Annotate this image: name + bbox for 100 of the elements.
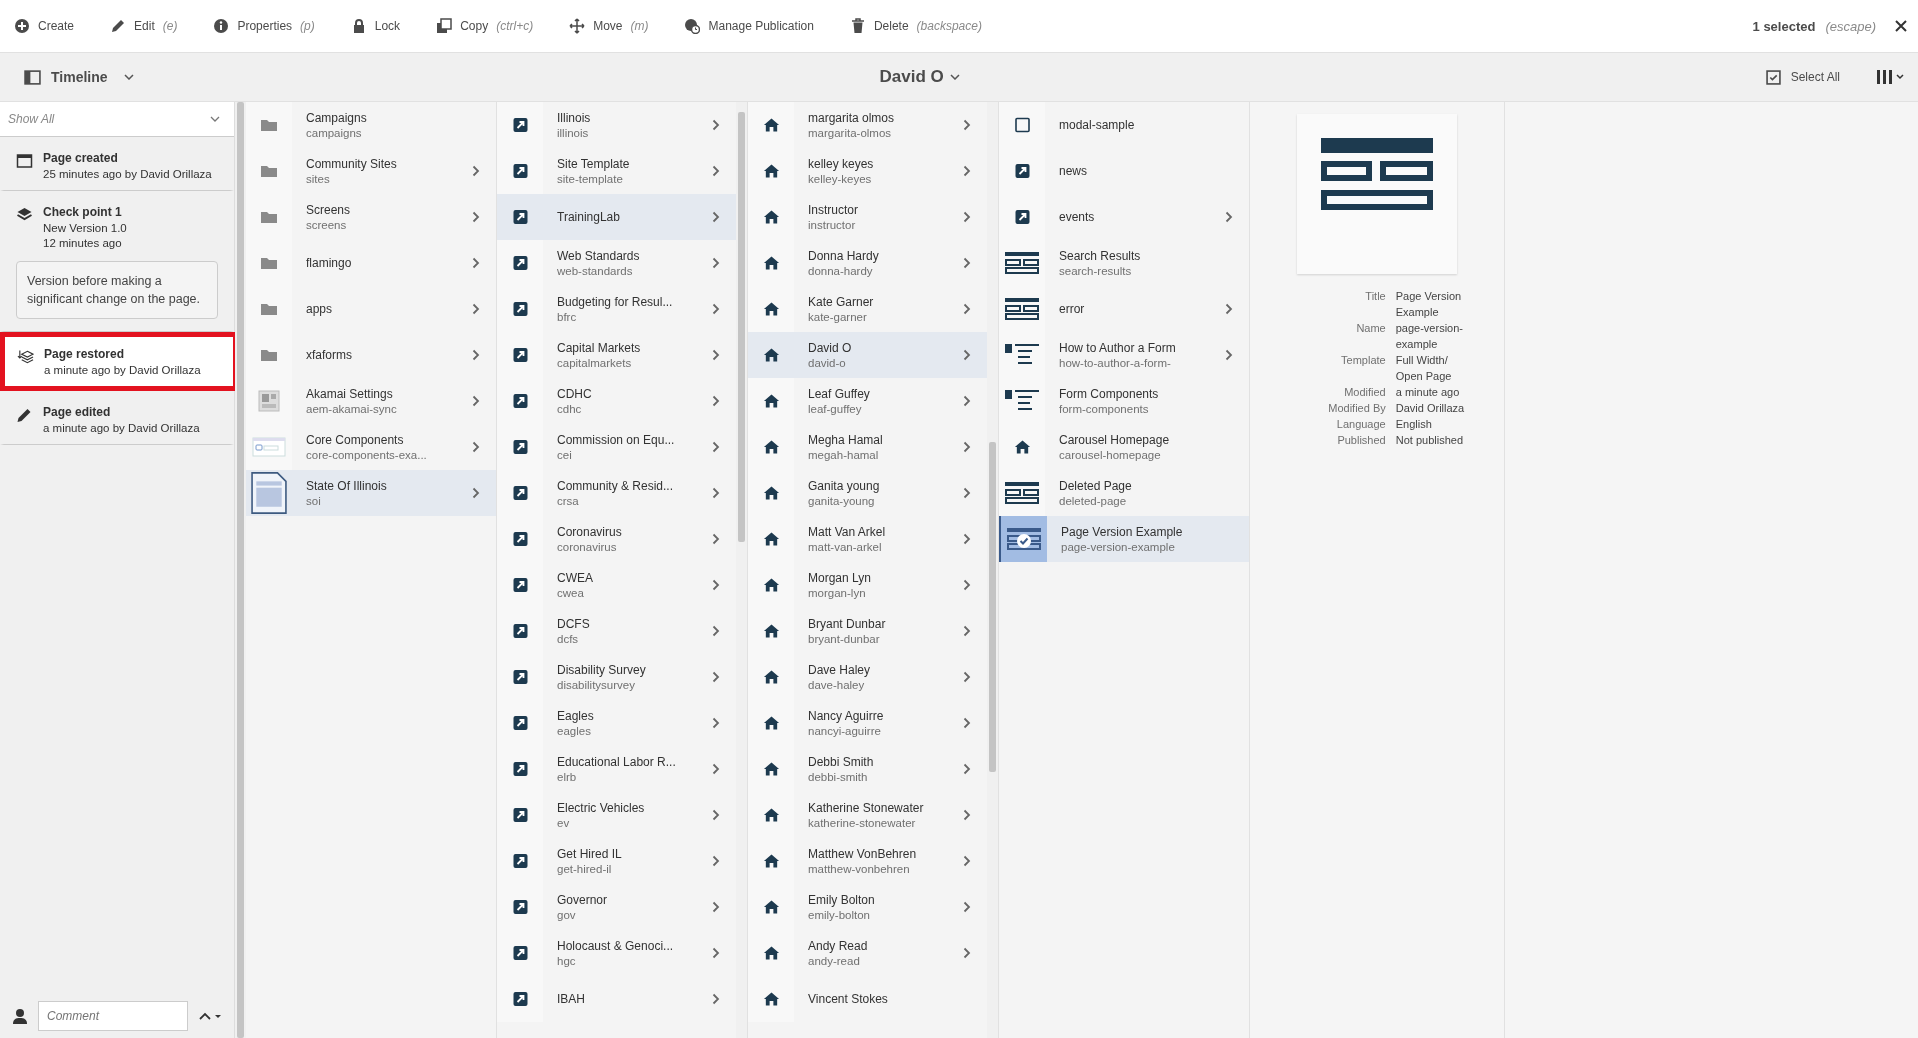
column-item[interactable]: Form Components form-components (999, 378, 1249, 424)
column-item[interactable]: Web Standards web-standards (497, 240, 736, 286)
column-item[interactable]: Eagles eagles (497, 700, 736, 746)
column-item[interactable]: Bryant Dunbar bryant-dunbar (748, 608, 987, 654)
select-all-button[interactable]: Select All (1759, 68, 1846, 86)
expand-icon[interactable] (198, 1010, 222, 1022)
column-item[interactable]: Instructor instructor (748, 194, 987, 240)
timeline-entry[interactable]: Page created 25 minutes ago by David Orillaza (0, 137, 234, 191)
item-name: elrb (557, 771, 578, 783)
item-title: State Of Illinois (306, 479, 388, 493)
column-item[interactable]: DCFS dcfs (497, 608, 736, 654)
column-item[interactable]: Search Results search-results (999, 240, 1249, 286)
column-item[interactable]: Electric Vehicles ev (497, 792, 736, 838)
filter-dropdown[interactable]: Show All (0, 102, 234, 137)
timeline-entry[interactable]: Page edited a minute ago by David Orillaza (0, 391, 234, 446)
checkbox-icon (1765, 69, 1781, 85)
column-item[interactable]: CWEA cwea (497, 562, 736, 608)
column-item[interactable]: Get Hired IL get-hired-il (497, 838, 736, 884)
column-item[interactable]: Page Version Example page-version-example (999, 516, 1249, 562)
scrollbar[interactable] (235, 102, 246, 1038)
column-item[interactable]: Nancy Aguirre nancyi-aguirre (748, 700, 987, 746)
column-item[interactable]: Debbi Smith debbi-smith (748, 746, 987, 792)
item-title: Matthew VonBehren (808, 847, 918, 861)
column-item[interactable]: apps (246, 286, 496, 332)
column-item[interactable]: Budgeting for Resul... bfrc (497, 286, 736, 332)
column-item[interactable]: error (999, 286, 1249, 332)
toolbar-button[interactable]: Delete (backspace) (849, 12, 994, 40)
rail-selector[interactable]: Timeline (18, 68, 140, 86)
item-title: Screens (306, 203, 352, 217)
close-icon[interactable] (1894, 19, 1908, 33)
page-title-dropdown[interactable]: David O (873, 66, 966, 88)
column-item[interactable]: xfaforms (246, 332, 496, 378)
column-item[interactable]: IBAH (497, 976, 736, 1022)
column-item[interactable]: Community Sites sites (246, 148, 496, 194)
toolbar-button[interactable]: Lock (350, 12, 413, 40)
scrollbar[interactable] (736, 102, 747, 1038)
item-name: megah-hamal (808, 449, 880, 461)
column-item[interactable]: flamingo (246, 240, 496, 286)
column-item[interactable]: modal-sample (999, 102, 1249, 148)
user-icon (12, 1008, 28, 1024)
column-item[interactable]: Site Template site-template (497, 148, 736, 194)
column-item[interactable]: Holocaust & Genoci... hgc (497, 930, 736, 976)
column-item[interactable]: events (999, 194, 1249, 240)
toolbar-button[interactable]: Create (14, 12, 87, 40)
column-item[interactable]: Commission on Equ... cei (497, 424, 736, 470)
column-item[interactable]: Disability Survey disabilitysurvey (497, 654, 736, 700)
column-item[interactable]: Megha Hamal megah-hamal (748, 424, 987, 470)
column-item[interactable]: Morgan Lyn morgan-lyn (748, 562, 987, 608)
column-item[interactable]: Katherine Stonewater katherine-stonewater (748, 792, 987, 838)
timeline-entry[interactable]: Check point 1 New Version 1.0 12 minutes ago Version before making a significant change on the page. (0, 191, 234, 333)
column-item[interactable]: Community & Resid... crsa (497, 470, 736, 516)
column-item[interactable]: Capital Markets capitalmarkets (497, 332, 736, 378)
toolbar-button[interactable]: Properties (p) (213, 12, 327, 40)
home-icon (1013, 439, 1031, 455)
column-item[interactable]: Andy Read andy-read (748, 930, 987, 976)
column-item[interactable]: Dave Haley dave-haley (748, 654, 987, 700)
column-item[interactable]: news (999, 148, 1249, 194)
column-item[interactable]: Campaigns campaigns (246, 102, 496, 148)
toolbar-button[interactable]: Edit (e) (110, 12, 190, 40)
column-item[interactable]: Matt Van Arkel matt-van-arkel (748, 516, 987, 562)
column-view-icon[interactable] (1876, 69, 1906, 85)
column-item[interactable]: Emily Bolton emily-bolton (748, 884, 987, 930)
column-item[interactable]: Kate Garner kate-garner (748, 286, 987, 332)
item-name: dcfs (557, 633, 580, 645)
column-item[interactable]: margarita olmos margarita-olmos (748, 102, 987, 148)
column-item[interactable]: Vincent Stokes (748, 976, 987, 1022)
move-icon (569, 18, 586, 34)
item-title: Debbi Smith (808, 755, 875, 769)
scrollbar[interactable] (987, 102, 998, 1038)
column-item[interactable]: State Of Illinois soi (246, 470, 496, 516)
item-title: Illinois (557, 111, 592, 125)
folder-icon (260, 118, 278, 132)
column-item[interactable]: David O david-o (748, 332, 987, 378)
link-icon (511, 163, 529, 179)
column-item[interactable]: kelley keyes kelley-keyes (748, 148, 987, 194)
column-item[interactable]: Screens screens (246, 194, 496, 240)
home-icon (762, 945, 780, 961)
column-item[interactable]: Carousel Homepage carousel-homepage (999, 424, 1249, 470)
column-item[interactable]: CDHC cdhc (497, 378, 736, 424)
column-item[interactable]: Ganita young ganita-young (748, 470, 987, 516)
toolbar-button[interactable]: Manage Publication (684, 12, 826, 40)
column-item[interactable]: Matthew VonBehren matthew-vonbehren (748, 838, 987, 884)
column-item[interactable]: Akamai Settings aem-akamai-sync (246, 378, 496, 424)
timeline-entry[interactable]: Page restored a minute ago by David Orillaza (0, 332, 238, 392)
toolbar-button[interactable]: Copy (ctrl+c) (436, 12, 546, 40)
column-item[interactable]: Core Components core-components-exa... (246, 424, 496, 470)
column-item[interactable]: How to Author a Form how-to-author-a-form- (999, 332, 1249, 378)
item-title: How to Author a Form (1059, 341, 1177, 355)
column-item[interactable]: Deleted Page deleted-page (999, 470, 1249, 516)
column-item[interactable]: Educational Labor R... elrb (497, 746, 736, 792)
toolbar-button[interactable]: Move (m) (569, 12, 661, 40)
column-item[interactable]: Donna Hardy donna-hardy (748, 240, 987, 286)
column-item[interactable]: Governor gov (497, 884, 736, 930)
item-name: web-standards (557, 265, 634, 277)
home-icon (762, 117, 780, 133)
column-item[interactable]: TrainingLab (497, 194, 736, 240)
column-item[interactable]: Coronavirus coronavirus (497, 516, 736, 562)
column-item[interactable]: Leaf Guffey leaf-guffey (748, 378, 987, 424)
comment-field[interactable]: Comment (38, 1001, 188, 1031)
column-item[interactable]: Illinois illinois (497, 102, 736, 148)
